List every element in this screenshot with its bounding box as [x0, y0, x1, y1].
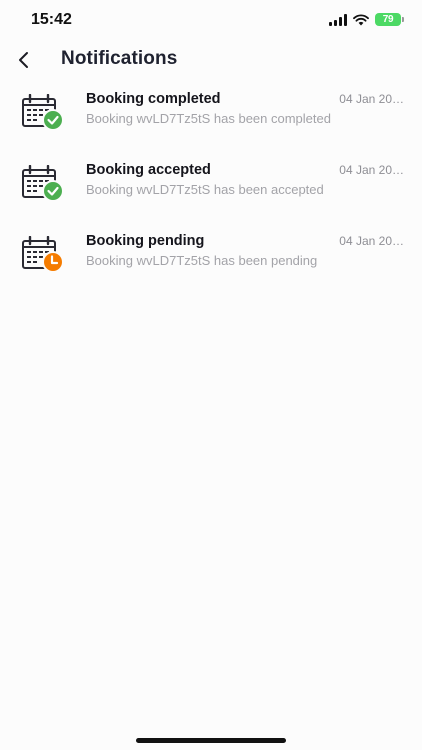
- battery-icon: 79: [375, 13, 404, 26]
- calendar-clock-icon: [22, 236, 64, 273]
- calendar-check-icon: [22, 165, 64, 202]
- signal-icon: [329, 13, 347, 26]
- notification-item[interactable]: Booking accepted 04 Jan 20… Booking wvLD…: [0, 155, 422, 226]
- notification-message: Booking wvLD7Tz5tS has been accepted: [86, 182, 324, 197]
- status-bar: 15:42 79: [0, 0, 422, 44]
- home-indicator[interactable]: [136, 738, 286, 743]
- notification-title: Booking accepted: [86, 162, 211, 178]
- notification-date: 04 Jan 20…: [339, 92, 404, 106]
- notification-message: Booking wvLD7Tz5tS has been completed: [86, 111, 331, 126]
- status-icons: 79: [329, 13, 404, 26]
- notification-message: Booking wvLD7Tz5tS has been pending: [86, 253, 318, 268]
- notification-date: 04 Jan 20…: [339, 163, 404, 177]
- notification-title: Booking pending: [86, 233, 205, 249]
- nav-bar: Notifications: [0, 40, 422, 78]
- page-title: Notifications: [61, 48, 178, 69]
- battery-level: 79: [375, 13, 401, 26]
- notification-title: Booking completed: [86, 91, 221, 107]
- back-button[interactable]: [10, 46, 38, 74]
- notification-list: Booking completed 04 Jan 20… Booking wvL…: [0, 84, 422, 297]
- wifi-icon: [353, 13, 369, 25]
- notification-item[interactable]: Booking completed 04 Jan 20… Booking wvL…: [0, 84, 422, 155]
- chevron-left-icon: [19, 52, 28, 68]
- calendar-check-icon: [22, 94, 64, 131]
- notification-item[interactable]: Booking pending 04 Jan 20… Booking wvLD7…: [0, 226, 422, 297]
- status-time: 15:42: [31, 11, 72, 28]
- notification-date: 04 Jan 20…: [339, 234, 404, 248]
